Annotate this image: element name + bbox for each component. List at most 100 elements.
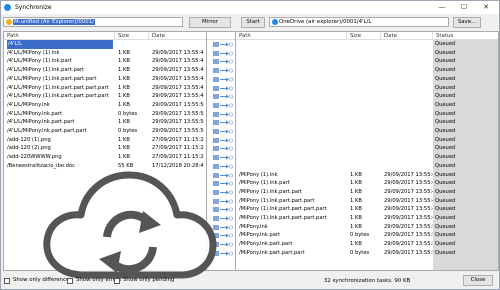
left-path-field[interactable]: M-unified (Air Explorer)/0001/ xyxy=(3,17,183,27)
left-size-header[interactable]: Size xyxy=(118,33,129,39)
sync-operation-icon xyxy=(207,144,235,153)
only-differences-checkbox[interactable] xyxy=(4,278,10,284)
table-row[interactable]: /4'L/L/MiPony.lnk.part 0 bytes 29/09/2017 … xyxy=(4,110,206,119)
status-cell: Queued xyxy=(435,154,456,161)
column-separator xyxy=(346,32,347,40)
cloud-sync-icon xyxy=(39,163,219,285)
right-size-header[interactable]: Size xyxy=(350,33,361,39)
close-button[interactable]: Close xyxy=(463,275,493,286)
status-header[interactable]: Status xyxy=(436,33,453,39)
sync-operation-icon xyxy=(207,136,235,145)
left-path-text: M-unified (Air Explorer)/0001/ xyxy=(13,19,95,25)
table-row[interactable]: /add-120WWWW.png 1 KB 27/09/2017 11:15:20 xyxy=(4,153,206,162)
window-title: Synchronize xyxy=(15,4,52,11)
row-date: 27/09/2017 11:15:20 xyxy=(152,136,204,143)
row-date: 29/09/2017 13:55:50 xyxy=(384,249,436,256)
table-row[interactable]: /4'L/L/MiPony (1).lnk.part.part.part 1 KB… xyxy=(4,75,206,84)
row-size: 1 KB xyxy=(118,67,130,74)
row-path: /MiPony.lnk xyxy=(239,223,268,230)
row-path: /4'L/L/MiPony (1).lnk xyxy=(7,49,60,56)
minimize-button[interactable]: — xyxy=(433,2,451,13)
row-path: /MiPony (1).lnk.part.part xyxy=(239,188,303,195)
row-path: /MiPony.lnk.part.part xyxy=(239,241,293,248)
row-date: 27/09/2017 11:15:20 xyxy=(152,145,204,152)
row-size: 1 KB xyxy=(118,136,130,143)
only-differences-label: Show only differences xyxy=(13,277,73,283)
row-date: 29/09/2017 13:55:48 xyxy=(384,215,436,221)
row-size: 0 bytes xyxy=(118,128,138,134)
status-cell: Queued xyxy=(435,119,456,126)
close-window-button[interactable]: ✕ xyxy=(477,2,495,13)
row-date: 29/09/2017 13:55:50 xyxy=(384,232,436,239)
right-file-grid[interactable]: Path Size Date Status /MiPony (1).lnk 1 K… xyxy=(235,31,499,271)
row-size: 0 bytes xyxy=(350,249,370,256)
row-size: 1 KB xyxy=(350,188,362,195)
row-size: 1 KB xyxy=(118,75,130,82)
row-size: 1 KB xyxy=(118,101,130,108)
save-button[interactable]: Save... xyxy=(453,17,481,28)
right-path-field[interactable]: OneDrive (air explorer)/0001/4'L/L xyxy=(269,17,449,27)
title-bar: Synchronize — ☐ ✕ xyxy=(1,1,499,14)
row-date: 27/09/2017 11:15:20 xyxy=(152,154,204,161)
sync-operation-icon xyxy=(207,66,235,75)
status-cell: Queued xyxy=(435,232,456,239)
table-row[interactable]: /4'L/L/MiPony (1).lnk.part.part.part.par… xyxy=(4,84,206,93)
status-cell: Queued xyxy=(435,223,456,230)
status-cell: Queued xyxy=(435,241,456,248)
table-row[interactable]: /4'L/L/MiPony (1).lnk 1 KB 29/09/2017 13:5… xyxy=(4,49,206,58)
table-row[interactable]: /4'L/L/MiPony.lnk.part.part.part 0 bytes 2… xyxy=(4,127,206,136)
only-pending-checkbox[interactable] xyxy=(114,278,120,284)
right-path-header[interactable]: Path xyxy=(239,33,251,39)
row-date: 29/09/2017 13:55:48 xyxy=(152,49,204,56)
save-label: Save... xyxy=(457,19,477,25)
row-date: 29/09/2017 13:55:48 xyxy=(384,171,436,178)
row-size: 1 KB xyxy=(350,197,362,204)
status-cell: Queued xyxy=(435,110,456,117)
right-date-header[interactable]: Date xyxy=(384,33,397,39)
status-cell: Queued xyxy=(435,101,456,108)
maximize-button[interactable]: ☐ xyxy=(455,2,473,13)
table-row[interactable]: /4'L/L/MiPony.lnk.part.part 1 KB 29/09/201… xyxy=(4,118,206,127)
row-size: 1 KB xyxy=(350,223,362,230)
sync-operation-icon xyxy=(207,40,235,49)
start-label: Start xyxy=(246,19,260,25)
column-separator xyxy=(114,32,115,40)
sync-operation-icon xyxy=(207,101,235,110)
row-size: 1 KB xyxy=(350,171,362,178)
start-button[interactable]: Start xyxy=(241,17,265,28)
row-path: /4'L/L/MiPony.lnk.part xyxy=(7,110,63,117)
sync-operation-icon xyxy=(207,84,235,93)
status-cell: Queued xyxy=(435,197,456,204)
table-row[interactable]: /4'L/L/MiPony (1).lnk.part.part 1 KB 29/09… xyxy=(4,66,206,75)
status-cell: Queued xyxy=(435,188,456,195)
row-path: /MiPony.lnk.part xyxy=(239,232,281,239)
table-row[interactable]: /add-120 (1).png 1 KB 27/09/2017 11:15:20 xyxy=(4,136,206,145)
row-path: /4'L/L/MiPony (1).lnk.part.part xyxy=(7,67,85,74)
status-cell: Queued xyxy=(435,249,456,256)
only-errors-checkbox[interactable] xyxy=(67,278,73,284)
mirror-button[interactable]: Mirror xyxy=(189,17,231,28)
status-cell: Queued xyxy=(435,162,456,169)
row-size: 1 KB xyxy=(118,84,130,91)
bottom-bar: Show only differences Show only errors S… xyxy=(1,273,499,289)
row-date: 29/09/2017 13:55:48 xyxy=(384,206,436,213)
row-date: 29/09/2017 13:55:50 xyxy=(152,101,204,108)
row-path: /4'L/L/MiPony.lnk.part.part xyxy=(7,119,75,126)
status-cell: Queued xyxy=(435,49,456,56)
row-path: /add-120 (1).png xyxy=(7,136,51,143)
row-size: 1 KB xyxy=(350,180,362,187)
sync-operation-icon xyxy=(207,49,235,58)
table-row[interactable]: /4'L/L/MiPony.lnk 1 KB 29/09/2017 13:55:50 xyxy=(4,101,206,110)
row-date: 29/09/2017 13:55:50 xyxy=(152,110,204,117)
left-date-header[interactable]: Date xyxy=(152,33,165,39)
ops-header xyxy=(207,32,235,40)
status-column: Queued Queued Queued Queued Queued Queued Queu… xyxy=(433,40,498,270)
mirror-label: Mirror xyxy=(202,19,218,25)
table-row[interactable]: /4'L/L/MiPony (1).lnk.part.part.part.par… xyxy=(4,92,206,101)
row-date: 29/09/2017 13:55:48 xyxy=(152,75,204,82)
summary-text: 32 synchronization tasks. 90 KB xyxy=(324,278,411,284)
left-path-header[interactable]: Path xyxy=(7,33,19,39)
table-row[interactable]: /4'L/L xyxy=(4,40,206,49)
table-row[interactable]: /4'L/L/MiPony (1).lnk.part 1 KB 29/09/2017… xyxy=(4,57,206,66)
table-row[interactable]: /add-120 (2).png 1 KB 27/09/2017 11:15:20 xyxy=(4,144,206,153)
